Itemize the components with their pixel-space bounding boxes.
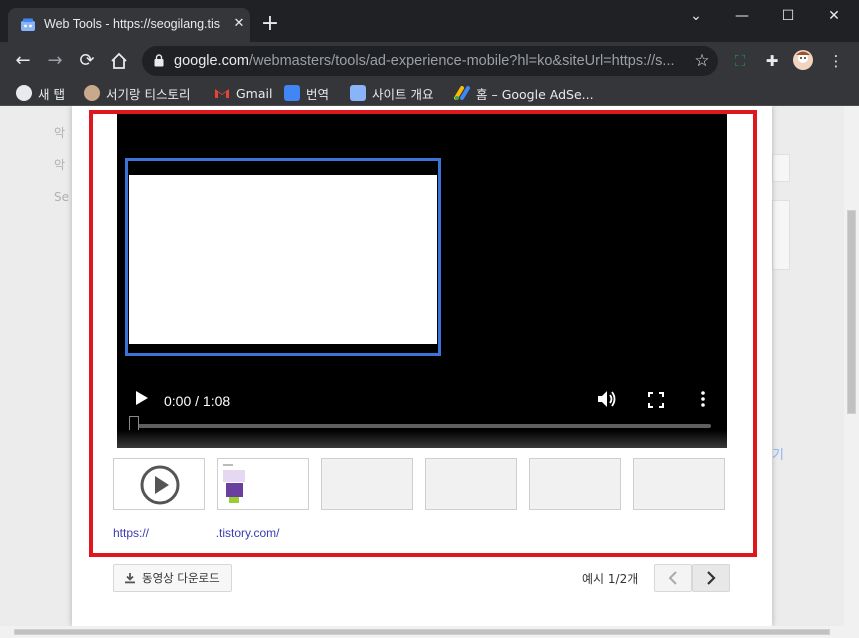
maximize-button[interactable]: ☐ <box>768 4 808 28</box>
bookmark-tistory[interactable]: 서기랑 티스토리 <box>84 84 190 102</box>
download-label: 동영상 다운로드 <box>142 571 220 585</box>
back-arrow-icon[interactable]: ← <box>10 48 36 74</box>
volume-icon[interactable] <box>597 390 617 408</box>
download-icon <box>125 573 135 584</box>
bookmark-site-overview[interactable]: 사이트 개요 <box>350 84 433 102</box>
gmail-icon <box>215 89 229 98</box>
profile-avatar[interactable] <box>792 49 813 70</box>
background-text: Se <box>54 190 69 204</box>
background-box <box>772 200 790 270</box>
page-content: 악 악 Se 기 0:00 / 1:08 https:// .tistory.c… <box>0 106 859 638</box>
thumbnail-empty[interactable] <box>321 458 413 510</box>
previous-example-button[interactable] <box>654 564 692 592</box>
store-icon <box>350 85 366 101</box>
thumbnail-video[interactable] <box>113 458 205 510</box>
background-text: 악 <box>54 158 66 172</box>
extension-green-icon[interactable]: ⛶ <box>730 51 750 71</box>
url-path: /webmasters/tools/ad-experience-mobile?h… <box>248 53 675 69</box>
bookmark-star-icon[interactable]: ☆ <box>692 51 712 71</box>
avatar-icon <box>84 85 100 101</box>
bookmark-adsense[interactable]: 홈 – Google AdSe... <box>454 84 594 102</box>
ad-experience-dialog: 0:00 / 1:08 https:// .tistory.com/ 동영상 다… <box>72 106 772 626</box>
tab-search-icon[interactable]: ⌄ <box>676 4 716 28</box>
new-tab-button[interactable]: + <box>258 12 282 36</box>
vertical-scroll-thumb[interactable] <box>847 210 856 414</box>
home-icon[interactable] <box>106 48 132 74</box>
download-video-button[interactable]: 동영상 다운로드 <box>113 564 232 592</box>
site-url-link[interactable]: https:// .tistory.com/ <box>113 526 279 540</box>
browser-menu-icon[interactable]: ⋮ <box>826 51 846 71</box>
background-text: 악 <box>54 126 66 140</box>
play-circle-icon <box>140 465 180 505</box>
background-left: 악 악 Se <box>0 106 72 626</box>
url-text: google.com/webmasters/tools/ad-experienc… <box>174 53 684 69</box>
thumbnail-empty[interactable] <box>633 458 725 510</box>
bookmark-label: 새 탭 <box>38 86 65 102</box>
tab-close-icon[interactable]: ✕ <box>232 17 246 31</box>
title-bar: Web Tools - https://seogilang.tis ✕ + ⌄ … <box>0 0 859 42</box>
horizontal-scroll-thumb[interactable] <box>14 629 830 635</box>
bookmark-new-tab[interactable]: 새 탭 <box>16 84 65 102</box>
bookmark-gmail[interactable]: Gmail <box>214 84 272 102</box>
bookmark-label: 서기랑 티스토리 <box>106 86 191 102</box>
fullscreen-icon[interactable] <box>648 392 664 408</box>
bookmark-label: 홈 – Google AdSe... <box>476 86 594 102</box>
bookmark-label: 번역 <box>306 86 330 102</box>
thumbnail-empty[interactable] <box>425 458 517 510</box>
video-bottom-gradient <box>117 430 727 448</box>
bookmarks-bar: 새 탭 서기랑 티스토리 Gmail 번역 사이트 개요 홈 – Google … <box>0 80 859 106</box>
bookmark-label: Gmail <box>236 85 273 101</box>
bookmark-translate[interactable]: 번역 <box>284 84 329 102</box>
translate-icon <box>284 85 300 101</box>
thumbnail-preview-image <box>221 461 247 507</box>
bookmark-label: 사이트 개요 <box>372 86 434 102</box>
web-tools-favicon-icon <box>21 18 35 31</box>
vertical-scrollbar[interactable] <box>844 106 859 626</box>
browser-tab[interactable]: Web Tools - https://seogilang.tis ✕ <box>8 8 250 42</box>
chevron-left-icon <box>668 571 677 585</box>
url-host: google.com <box>174 53 249 69</box>
browser-toolbar: ← → ⟳ google.com/webmasters/tools/ad-exp… <box>0 42 859 80</box>
lock-icon <box>154 54 164 67</box>
minimize-button[interactable]: — <box>722 4 762 28</box>
thumbnail-screenshot[interactable] <box>217 458 309 510</box>
next-example-button[interactable] <box>692 564 730 592</box>
video-time: 0:00 / 1:08 <box>164 393 231 409</box>
video-player[interactable]: 0:00 / 1:08 <box>117 114 727 448</box>
pager-label: 예시 1/2개 <box>582 572 639 586</box>
horizontal-scrollbar[interactable] <box>0 626 859 638</box>
more-options-icon[interactable] <box>698 390 708 408</box>
close-window-button[interactable]: ✕ <box>814 4 854 28</box>
ad-screenshot-content <box>129 175 437 344</box>
tab-title: Web Tools - https://seogilang.tis <box>44 17 221 31</box>
play-icon[interactable] <box>135 390 149 406</box>
video-progress-bar[interactable] <box>133 424 711 428</box>
thumbnail-empty[interactable] <box>529 458 621 510</box>
background-right: 기 <box>772 106 844 626</box>
extensions-puzzle-icon[interactable]: ✚ <box>762 51 782 71</box>
chevron-right-icon <box>707 571 716 585</box>
ad-screenshot-frame <box>125 158 441 356</box>
address-bar[interactable]: google.com/webmasters/tools/ad-experienc… <box>142 46 718 76</box>
reload-icon[interactable]: ⟳ <box>74 48 100 74</box>
background-text: 기 <box>772 448 784 463</box>
adsense-icon <box>454 86 470 100</box>
forward-arrow-icon[interactable]: → <box>42 48 68 74</box>
globe-icon <box>16 85 32 101</box>
background-box <box>772 154 790 182</box>
